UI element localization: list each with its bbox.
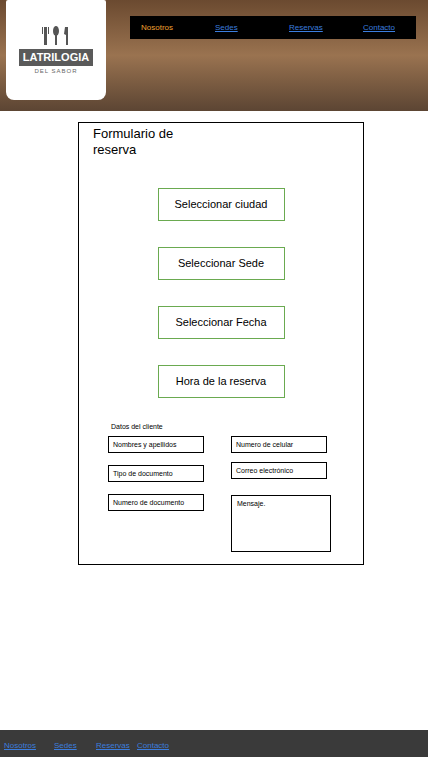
- text-field[interactable]: Nombres y apellidos: [108, 436, 204, 453]
- text-field[interactable]: Tipo de documento: [108, 465, 204, 482]
- selector-button[interactable]: Seleccionar Fecha: [158, 306, 285, 339]
- client-fields: Nombres y apellidos Tipo de documento Nume…: [79, 436, 363, 552]
- text-field[interactable]: Numero de celular: [231, 436, 327, 453]
- nav-link[interactable]: Reservas: [289, 23, 363, 33]
- right-column: Numero de celular Correo electrónico Mensa…: [231, 436, 331, 552]
- left-column: Nombres y apellidos Tipo de documento Nume…: [108, 436, 204, 552]
- logo-subtitle: DEL SABOR: [34, 67, 77, 76]
- main: Formulario de reservaSeleccionar ciudadS…: [0, 111, 428, 565]
- selector-button[interactable]: Seleccionar ciudad: [158, 188, 285, 221]
- logo-banner: LATRILOGIA: [19, 49, 93, 66]
- footer-link[interactable]: Nosotros: [4, 741, 54, 751]
- header: LATRILOGIADEL SABOR NosotrosSedesReservas…: [0, 0, 428, 111]
- reservation-form: Formulario de reservaSeleccionar ciudadS…: [78, 122, 364, 565]
- footer-link[interactable]: Sedes: [54, 741, 96, 751]
- client-title: Datos del cliente: [111, 422, 363, 431]
- form-title: Formulario de reserva: [93, 126, 193, 158]
- page: LATRILOGIADEL SABORNosotrosSedesReservas…: [0, 0, 428, 757]
- selector-list: Seleccionar ciudad Seleccionar Sede Selecc…: [79, 188, 363, 398]
- nav-link[interactable]: Contacto: [363, 23, 395, 33]
- footer: NosotrosSedesReservasContacto: [0, 730, 428, 757]
- selector-button[interactable]: Hora de la reserva: [158, 365, 285, 398]
- nav-link[interactable]: Nosotros: [141, 23, 215, 33]
- logo[interactable]: LATRILOGIADEL SABOR: [6, 0, 106, 100]
- message-field[interactable]: Mensaje.: [231, 495, 331, 552]
- footer-link[interactable]: Contacto: [137, 741, 169, 751]
- nav-link[interactable]: Sedes: [215, 23, 289, 33]
- footer-link[interactable]: Reservas: [96, 741, 137, 751]
- text-field[interactable]: Numero de documento: [108, 494, 204, 511]
- utensils-icon: [36, 25, 76, 47]
- selector-button[interactable]: Seleccionar Sede: [158, 247, 285, 280]
- text-field[interactable]: Correo electrónico: [231, 462, 327, 479]
- nav-bar: NosotrosSedesReservasContacto: [130, 16, 416, 39]
